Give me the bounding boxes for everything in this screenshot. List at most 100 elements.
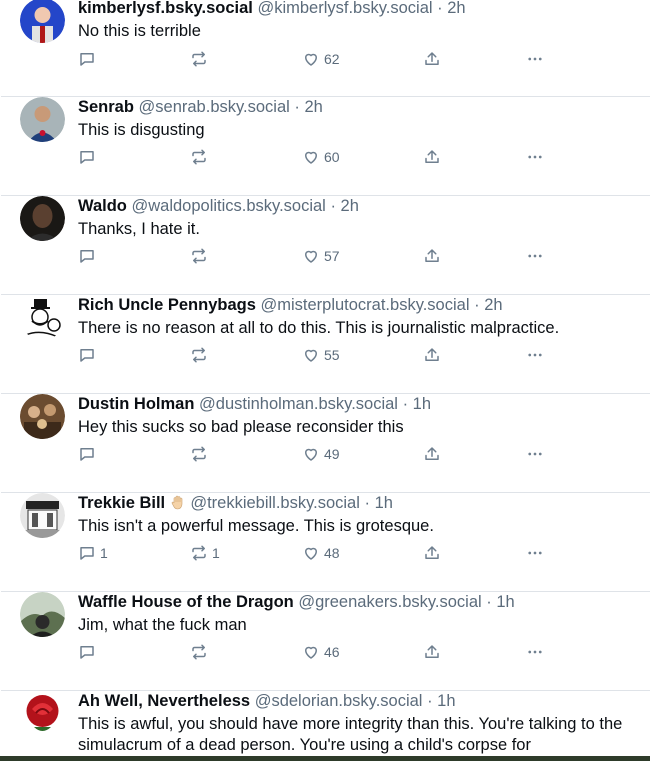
post-4[interactable]: Dustin Holman @dustinholman.bsky.social … bbox=[1, 394, 650, 493]
timestamp[interactable]: 1h bbox=[413, 395, 431, 413]
post-6[interactable]: Waffle House of the Dragon @greenakers.b… bbox=[1, 592, 650, 691]
author-name[interactable]: Senrab bbox=[78, 98, 134, 116]
post-3[interactable]: Rich Uncle Pennybags @misterplutocrat.bs… bbox=[1, 295, 650, 394]
more-options-button[interactable] bbox=[526, 49, 544, 69]
reply-icon bbox=[78, 50, 96, 68]
share-button[interactable] bbox=[423, 246, 441, 266]
share-icon bbox=[423, 346, 441, 364]
author-name[interactable]: Ah Well, Nevertheless bbox=[78, 692, 250, 710]
separator: · bbox=[437, 0, 443, 17]
timestamp[interactable]: 1h bbox=[496, 593, 514, 611]
like-button[interactable]: 62 bbox=[302, 49, 340, 69]
post-text: There is no reason at all to do this. Th… bbox=[78, 319, 560, 337]
avatar[interactable] bbox=[20, 295, 65, 340]
author-name[interactable]: Trekkie Bill bbox=[78, 494, 165, 512]
timestamp[interactable]: 2h bbox=[484, 296, 502, 314]
share-button[interactable] bbox=[423, 147, 441, 167]
separator: · bbox=[330, 197, 336, 215]
author-name[interactable]: Waldo bbox=[78, 197, 127, 215]
share-icon bbox=[423, 50, 441, 68]
like-button[interactable]: 48 bbox=[302, 543, 340, 563]
like-button[interactable]: 57 bbox=[302, 246, 340, 266]
timestamp[interactable]: 2h bbox=[341, 197, 359, 215]
reply-button[interactable] bbox=[78, 49, 100, 69]
more-options-button[interactable] bbox=[526, 345, 544, 365]
like-count: 57 bbox=[324, 248, 340, 264]
reply-icon bbox=[78, 247, 96, 265]
repost-button[interactable] bbox=[190, 246, 212, 266]
reply-button[interactable]: 1 bbox=[78, 543, 108, 563]
repost-icon bbox=[190, 247, 208, 265]
repost-button[interactable] bbox=[190, 345, 212, 365]
avatar[interactable] bbox=[20, 196, 65, 241]
like-count: 46 bbox=[324, 644, 340, 660]
timestamp[interactable]: 1h bbox=[437, 692, 455, 710]
avatar[interactable] bbox=[20, 97, 65, 142]
avatar[interactable] bbox=[20, 493, 65, 538]
author-handle[interactable]: @dustinholman.bsky.social bbox=[199, 395, 398, 413]
post-2[interactable]: Waldo @waldopolitics.bsky.social · 2h Th… bbox=[1, 196, 650, 295]
reply-button[interactable] bbox=[78, 246, 100, 266]
share-button[interactable] bbox=[423, 642, 441, 662]
more-options-button[interactable] bbox=[526, 246, 544, 266]
post-1[interactable]: Senrab @senrab.bsky.social · 2h This is … bbox=[1, 97, 650, 196]
post-5[interactable]: Trekkie Bill @trekkiebill.bsky.social · … bbox=[1, 493, 650, 592]
post-7[interactable]: Ah Well, Nevertheless @sdelorian.bsky.so… bbox=[1, 691, 650, 761]
repost-icon bbox=[190, 445, 208, 463]
author-handle[interactable]: @greenakers.bsky.social bbox=[298, 593, 481, 611]
avatar[interactable] bbox=[20, 691, 65, 736]
avatar[interactable] bbox=[20, 394, 65, 439]
share-button[interactable] bbox=[423, 49, 441, 69]
post-text: Thanks, I hate it. bbox=[78, 220, 200, 238]
post-header: Waldo @waldopolitics.bsky.social · 2h bbox=[78, 196, 359, 216]
avatar[interactable] bbox=[20, 0, 65, 43]
heart-icon bbox=[302, 346, 320, 364]
share-button[interactable] bbox=[423, 345, 441, 365]
separator: · bbox=[402, 395, 409, 413]
heart-icon bbox=[302, 50, 320, 68]
share-icon bbox=[423, 643, 441, 661]
author-name[interactable]: Dustin Holman bbox=[78, 395, 194, 413]
repost-button[interactable] bbox=[190, 49, 212, 69]
repost-button[interactable] bbox=[190, 147, 212, 167]
repost-button[interactable]: 1 bbox=[190, 543, 220, 563]
like-button[interactable]: 49 bbox=[302, 444, 340, 464]
author-name[interactable]: Rich Uncle Pennybags bbox=[78, 296, 256, 314]
repost-button[interactable] bbox=[190, 444, 212, 464]
like-button[interactable]: 60 bbox=[302, 147, 340, 167]
like-button[interactable]: 55 bbox=[302, 345, 340, 365]
post-text: This is disgusting bbox=[78, 121, 205, 139]
timestamp[interactable]: 1h bbox=[375, 494, 393, 512]
author-name[interactable]: Waffle House of the Dragon bbox=[78, 593, 294, 611]
separator: · bbox=[294, 98, 300, 116]
post-0[interactable]: kimberlysf.bsky.social @kimberlysf.bsky.… bbox=[1, 0, 650, 97]
more-options-button[interactable] bbox=[526, 543, 544, 563]
more-options-button[interactable] bbox=[526, 444, 544, 464]
author-name[interactable]: kimberlysf.bsky.social bbox=[78, 0, 253, 17]
more-icon bbox=[526, 544, 544, 562]
post-text: Hey this sucks so bad please reconsider … bbox=[78, 418, 404, 436]
reply-count: 1 bbox=[100, 545, 108, 561]
repost-button[interactable] bbox=[190, 642, 212, 662]
author-handle[interactable]: @kimberlysf.bsky.social bbox=[257, 0, 432, 17]
author-handle[interactable]: @sdelorian.bsky.social bbox=[255, 692, 423, 710]
post-header: Trekkie Bill @trekkiebill.bsky.social · … bbox=[78, 493, 393, 513]
author-handle[interactable]: @trekkiebill.bsky.social bbox=[190, 494, 360, 512]
timestamp[interactable]: 2h bbox=[447, 0, 465, 17]
more-options-button[interactable] bbox=[526, 642, 544, 662]
timestamp[interactable]: 2h bbox=[304, 98, 322, 116]
reply-button[interactable] bbox=[78, 642, 100, 662]
author-handle[interactable]: @senrab.bsky.social bbox=[139, 98, 290, 116]
avatar[interactable] bbox=[20, 592, 65, 637]
like-count: 49 bbox=[324, 446, 340, 462]
share-button[interactable] bbox=[423, 444, 441, 464]
more-options-button[interactable] bbox=[526, 147, 544, 167]
like-button[interactable]: 46 bbox=[302, 642, 340, 662]
reply-button[interactable] bbox=[78, 345, 100, 365]
reply-button[interactable] bbox=[78, 444, 100, 464]
author-handle[interactable]: @waldopolitics.bsky.social bbox=[131, 197, 325, 215]
author-handle[interactable]: @misterplutocrat.bsky.social bbox=[260, 296, 469, 314]
reply-icon bbox=[78, 148, 96, 166]
reply-button[interactable] bbox=[78, 147, 100, 167]
share-button[interactable] bbox=[423, 543, 441, 563]
